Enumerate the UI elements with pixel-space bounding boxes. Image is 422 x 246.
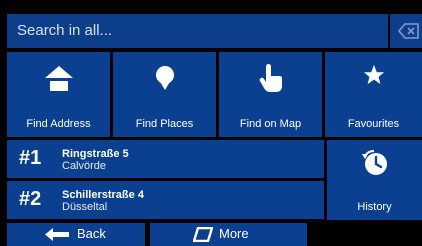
find-on-map-button[interactable]: Find on Map — [219, 52, 322, 137]
more-button[interactable]: More — [150, 223, 307, 246]
favourites-label: Favourites — [347, 118, 400, 130]
more-icon — [193, 227, 213, 242]
recent-destination-1[interactable]: #1 Ringstraße 5 Calvörde — [7, 140, 324, 178]
history-label: History — [357, 201, 392, 213]
search-input[interactable]: Search in all... — [7, 14, 388, 48]
find-address-button[interactable]: Find Address — [7, 52, 110, 137]
more-label: More — [219, 226, 249, 241]
find-on-map-label: Find on Map — [239, 118, 302, 130]
find-places-button[interactable]: Find Places — [113, 52, 216, 137]
back-arrow-icon — [45, 228, 69, 241]
find-address-label: Find Address — [26, 118, 91, 130]
recent-subtitle: Düsseltal — [62, 201, 108, 213]
find-places-label: Find Places — [135, 118, 194, 130]
back-label: Back — [77, 226, 106, 241]
recent-destination-2[interactable]: #2 Schillerstraße 4 Düsseltal — [7, 181, 324, 219]
recent-number: #2 — [19, 188, 42, 210]
search-placeholder: Search in all... — [17, 22, 113, 39]
history-clock-icon — [361, 150, 387, 175]
back-button[interactable]: Back — [7, 223, 145, 246]
history-button[interactable]: History — [327, 140, 422, 220]
recent-title: Ringstraße 5 — [62, 148, 129, 160]
star-icon — [363, 64, 384, 85]
home-icon — [44, 66, 73, 91]
recent-title: Schillerstraße 4 — [62, 189, 144, 201]
recent-subtitle: Calvörde — [62, 160, 107, 172]
favourites-button[interactable]: Favourites — [325, 52, 422, 137]
map-pin-icon — [155, 66, 174, 90]
recent-number: #1 — [19, 147, 42, 169]
clear-search-button[interactable] — [390, 14, 422, 48]
tap-hand-icon — [259, 64, 282, 92]
backspace-icon — [398, 23, 419, 39]
